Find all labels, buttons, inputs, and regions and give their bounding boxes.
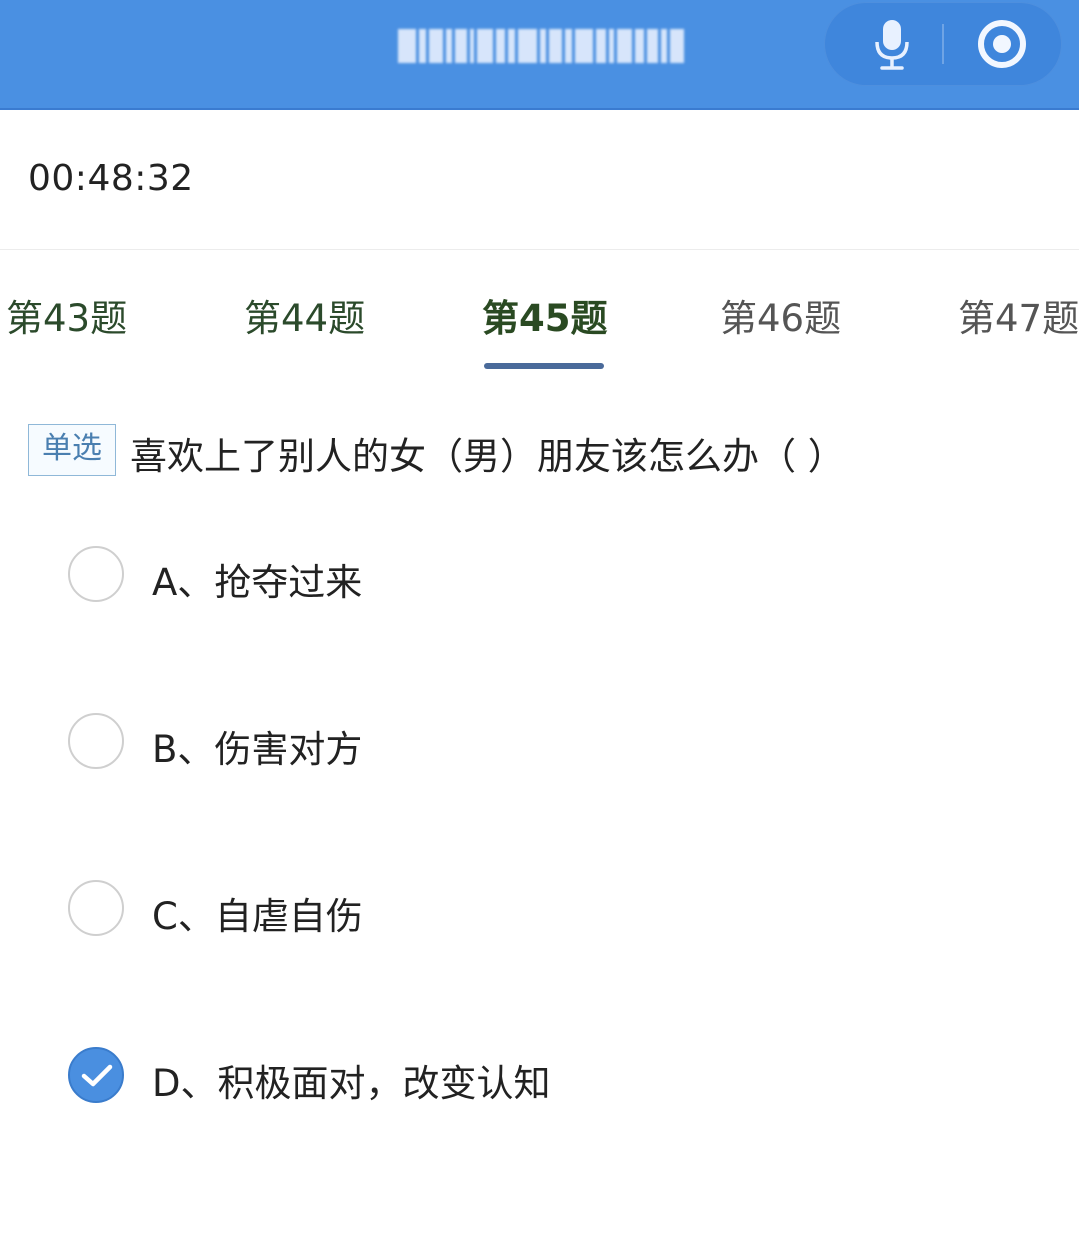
countdown-timer: 00:48:32 bbox=[28, 158, 194, 199]
option-b[interactable]: B、伤害对方 bbox=[68, 711, 968, 771]
microphone-icon[interactable] bbox=[872, 16, 912, 72]
option-a-label: A、抢夺过来 bbox=[152, 561, 363, 604]
blurred-title bbox=[398, 26, 684, 66]
option-d-label: D、积极面对，改变认知 bbox=[152, 1062, 551, 1105]
tab-question-44[interactable]: 第44题 bbox=[244, 288, 365, 342]
tab-question-45[interactable]: 第45题 bbox=[482, 288, 608, 342]
question-tabs: 第43题 第44题 第45题 第46题 第47题 bbox=[0, 250, 1079, 372]
tab-question-47[interactable]: 第47题 bbox=[958, 288, 1079, 342]
radio-a[interactable] bbox=[68, 546, 124, 602]
pill-divider bbox=[942, 24, 944, 64]
option-d[interactable]: D、积极面对，改变认知 bbox=[68, 1045, 968, 1105]
radio-d[interactable] bbox=[68, 1047, 124, 1103]
option-b-label: B、伤害对方 bbox=[152, 728, 363, 771]
option-c[interactable]: C、自虐自伤 bbox=[68, 878, 968, 938]
header-action-pill bbox=[824, 2, 1062, 86]
question-type-badge: 单选 bbox=[28, 424, 116, 476]
question-block: 单选 喜欢上了别人的女（男）朋友该怎么办（ ） bbox=[28, 420, 1068, 480]
tab-question-43[interactable]: 第43题 bbox=[6, 288, 127, 342]
timer-area: 00:48:32 bbox=[0, 110, 1079, 250]
option-a[interactable]: A、抢夺过来 bbox=[68, 544, 968, 604]
radio-c[interactable] bbox=[68, 880, 124, 936]
radio-b[interactable] bbox=[68, 713, 124, 769]
record-target-icon[interactable] bbox=[976, 18, 1028, 70]
active-tab-indicator bbox=[484, 363, 604, 369]
option-c-label: C、自虐自伤 bbox=[152, 895, 363, 938]
question-text: 喜欢上了别人的女（男）朋友该怎么办（ ） bbox=[130, 435, 845, 478]
top-bar bbox=[0, 0, 1079, 110]
tab-question-46[interactable]: 第46题 bbox=[720, 288, 841, 342]
checkmark-icon bbox=[81, 1064, 113, 1087]
